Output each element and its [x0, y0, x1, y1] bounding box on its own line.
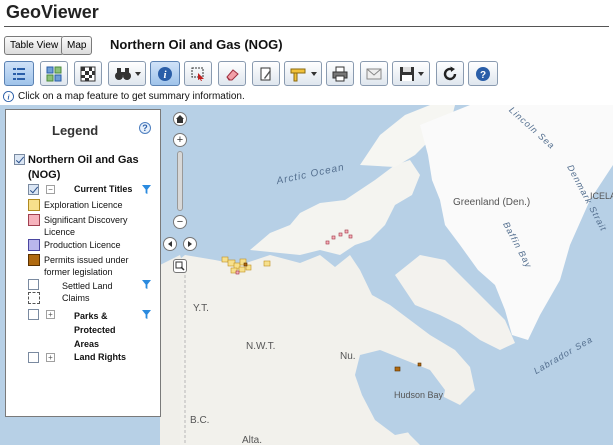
help-icon: ? — [476, 66, 490, 81]
chevron-down-icon — [310, 71, 317, 76]
land-rights-checkbox[interactable] — [28, 352, 39, 363]
significant-discovery-swatch — [28, 214, 40, 226]
pan-right-button[interactable] — [183, 237, 197, 251]
identify-button[interactable]: i — [150, 61, 180, 86]
settled-land-claims-swatch — [28, 292, 40, 304]
layer-group-checkbox[interactable] — [14, 154, 25, 165]
select-icon — [191, 67, 204, 81]
settled-land-claims-checkbox[interactable] — [28, 279, 39, 290]
draw-icon — [260, 67, 271, 80]
home-button[interactable] — [173, 112, 187, 126]
layer-group-label: Northern Oil and Gas (NOG) — [28, 154, 139, 181]
zoom-in-button[interactable]: + — [173, 133, 187, 147]
legend-help-icon[interactable]: ? — [139, 122, 151, 134]
clear-button[interactable] — [218, 61, 246, 86]
info-icon: i — [3, 91, 14, 102]
refresh-button[interactable] — [436, 61, 464, 86]
table-view-button[interactable]: Table View — [4, 36, 65, 55]
arrow-left-icon — [168, 241, 172, 247]
map-label-nwt: N.W.T. — [246, 341, 276, 352]
zoom-out-button[interactable]: − — [173, 215, 187, 229]
print-button[interactable] — [326, 61, 354, 86]
save-icon — [399, 66, 414, 81]
land-rights-label: Land Rights — [74, 352, 126, 362]
measure-icon — [290, 68, 305, 81]
map-label-greenland: Greenland (Den.) — [453, 197, 531, 208]
svg-text:i: i — [7, 92, 9, 101]
significant-discovery-label: Significant Discovery Licence — [44, 215, 128, 237]
legend-button[interactable] — [4, 61, 34, 86]
production-licence-swatch — [28, 239, 40, 251]
measure-button[interactable] — [284, 61, 322, 86]
app-title: GeoViewer — [6, 2, 99, 22]
filter-icon[interactable] — [142, 280, 151, 289]
refresh-icon — [443, 66, 457, 80]
legend-icon — [13, 67, 25, 80]
permits-swatch — [28, 254, 40, 266]
chevron-down-icon — [417, 71, 424, 76]
collapse-icon[interactable]: − — [46, 185, 55, 194]
chevron-down-icon — [134, 71, 141, 76]
parks-checkbox[interactable] — [28, 309, 39, 320]
filter-icon[interactable] — [142, 185, 151, 194]
permits-label: Permits issued under former legislation — [44, 255, 129, 277]
basemap-icon — [46, 66, 62, 81]
current-titles-checkbox[interactable] — [28, 184, 39, 195]
map-label-iceland: ICELA — [590, 191, 613, 201]
current-titles-label: Current Titles — [74, 184, 133, 194]
email-icon — [366, 68, 382, 79]
production-licence-label: Production Licence — [44, 240, 121, 250]
expand-icon[interactable]: + — [46, 353, 55, 362]
filter-icon[interactable] — [142, 310, 151, 319]
arrow-right-icon — [188, 241, 192, 247]
legend-title: Legend — [52, 123, 99, 138]
draw-button[interactable] — [252, 61, 280, 86]
eraser-icon — [226, 68, 239, 80]
map-label-alberta: Alta. — [242, 435, 263, 445]
zoom-box-icon — [175, 261, 185, 271]
print-icon — [332, 66, 348, 81]
overview-button[interactable] — [74, 61, 102, 86]
exploration-licence-swatch — [28, 199, 40, 211]
exploration-licence-label: Exploration Licence — [44, 200, 123, 210]
expand-icon[interactable]: + — [46, 310, 55, 319]
basemap-button[interactable] — [40, 61, 68, 86]
map-label-yukon: Y.T. — [193, 303, 209, 314]
binoculars-icon — [114, 67, 131, 80]
legend-panel: Legend ? Northern Oil and Gas (NOG) − Cu… — [5, 109, 161, 417]
map-button[interactable]: Map — [61, 36, 93, 55]
zoom-slider[interactable] — [177, 151, 183, 211]
info-icon: i — [158, 66, 172, 81]
find-button[interactable] — [108, 61, 146, 86]
email-button[interactable] — [360, 61, 388, 86]
home-icon — [176, 115, 184, 123]
settled-land-claims-label: Settled Land Claims — [62, 281, 113, 303]
geoviewer-app: GeoViewer Table View Map Northern Oil an… — [0, 0, 613, 445]
pan-left-button[interactable] — [163, 237, 177, 251]
plus-icon: + — [176, 133, 184, 146]
info-bar: i Click on a map feature to get summary … — [0, 89, 613, 104]
help-button[interactable]: ? — [468, 61, 498, 86]
map-label-hudson-bay: Hudson Bay — [394, 390, 444, 400]
zoom-box-button[interactable] — [173, 259, 187, 273]
minus-icon: − — [176, 215, 184, 228]
select-button[interactable] — [184, 61, 212, 86]
save-button[interactable] — [392, 61, 430, 86]
svg-text:?: ? — [480, 70, 486, 81]
map-label-bc: B.C. — [190, 415, 210, 426]
overview-icon — [80, 66, 96, 81]
page-title: Northern Oil and Gas (NOG) — [110, 37, 283, 52]
info-message: Click on a map feature to get summary in… — [18, 91, 245, 102]
map-toolbar: i ? — [4, 61, 609, 87]
parks-label: Parks & Protected Areas — [74, 311, 116, 349]
map-label-nunavut: Nu. — [340, 351, 356, 362]
title-divider — [4, 26, 609, 27]
